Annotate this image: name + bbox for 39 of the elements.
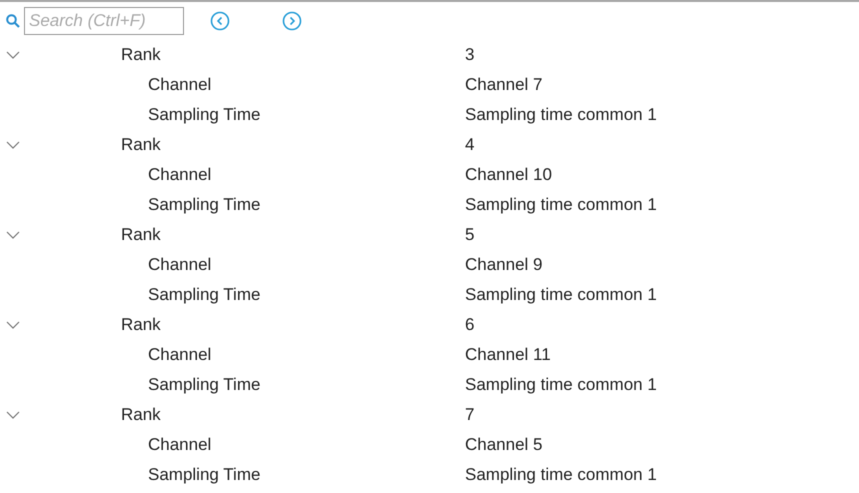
property-value: Sampling time common 1 <box>465 195 657 215</box>
property-label: Channel <box>148 435 212 455</box>
chevron-icon[interactable] <box>6 321 20 329</box>
property-value: 3 <box>465 45 474 65</box>
property-label: Rank <box>121 225 162 245</box>
property-value: Channel 5 <box>465 435 543 455</box>
property-label: Channel <box>148 165 212 185</box>
property-value: Sampling time common 1 <box>465 285 657 305</box>
property-label: Rank <box>121 135 162 155</box>
chevron-icon[interactable] <box>6 51 20 59</box>
property-label: Channel <box>148 255 212 275</box>
property-label: Sampling Time <box>148 105 262 125</box>
next-icon[interactable] <box>282 11 302 31</box>
property-label: Sampling Time <box>148 465 262 485</box>
search-icon <box>6 14 20 28</box>
property-value: Channel 11 <box>465 345 551 365</box>
property-value: 4 <box>465 135 474 155</box>
property-value: Channel 10 <box>465 165 552 185</box>
property-value: Sampling time common 1 <box>465 375 657 395</box>
property-label: Channel <box>148 75 212 95</box>
property-label: Rank <box>121 315 162 335</box>
property-label: Sampling Time <box>148 375 262 395</box>
property-value: 6 <box>465 315 474 335</box>
property-label: Sampling Time <box>148 285 262 305</box>
property-value: Channel 9 <box>465 255 543 275</box>
chevron-icon[interactable] <box>6 231 20 239</box>
property-label: Rank <box>121 45 162 65</box>
property-value: Channel 7 <box>465 75 543 95</box>
property-label: Rank <box>121 405 162 425</box>
property-value: Sampling time common 1 <box>465 105 657 125</box>
property-label: Sampling Time <box>148 195 262 215</box>
property-value: 7 <box>465 405 474 425</box>
chevron-icon[interactable] <box>6 141 20 149</box>
property-value: Sampling time common 1 <box>465 465 657 485</box>
property-label: Channel <box>148 345 212 365</box>
property-value: 5 <box>465 225 474 245</box>
previous-icon[interactable] <box>210 11 230 31</box>
search-field[interactable]: Search (Ctrl+F) <box>24 7 184 35</box>
chevron-icon[interactable] <box>6 411 20 419</box>
